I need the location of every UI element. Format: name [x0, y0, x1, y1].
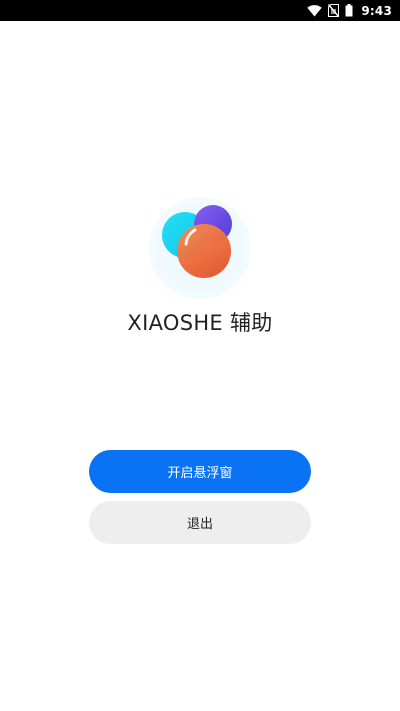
app-title: XIAOSHE 辅助 — [127, 311, 273, 335]
exit-button[interactable]: 退出 — [89, 501, 311, 544]
no-sim-icon — [328, 4, 340, 17]
status-time: 9:43 — [361, 3, 392, 18]
status-bar: 9:43 — [0, 0, 400, 21]
wifi-icon — [307, 4, 323, 17]
open-float-window-button[interactable]: 开启悬浮窗 — [89, 450, 311, 493]
app-screen: 9:43 XIAOSHE 辅助 开启悬浮窗 退出 — [0, 0, 400, 711]
battery-icon — [345, 4, 353, 17]
bubbles-logo-icon — [148, 196, 252, 300]
